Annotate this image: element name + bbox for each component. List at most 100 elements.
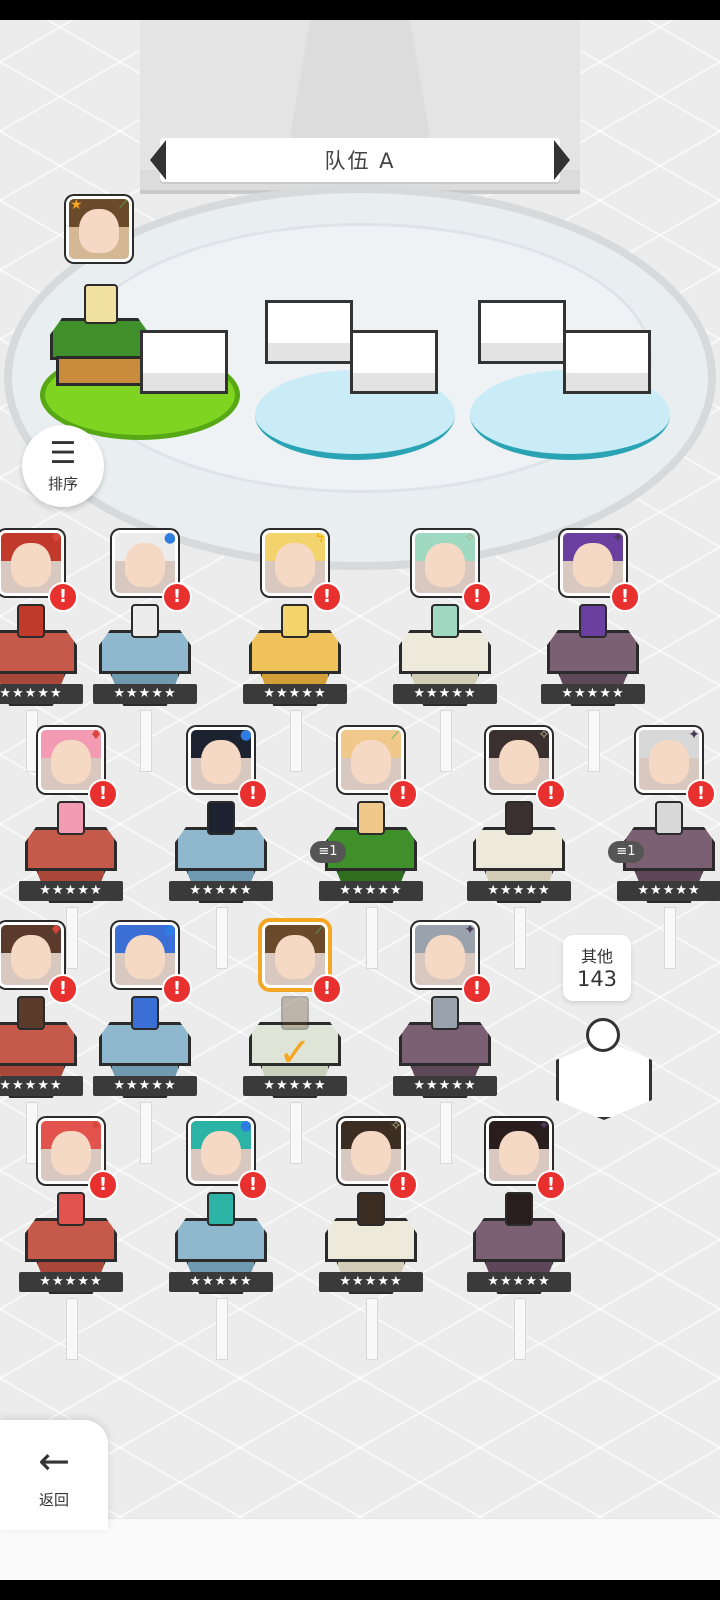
alert-badge: ! xyxy=(462,582,492,612)
star-rating: ★★★★★ xyxy=(93,1076,197,1096)
hero-face xyxy=(11,935,51,979)
hero-pole xyxy=(514,1298,526,1360)
hero-face xyxy=(649,740,689,784)
hero-face xyxy=(51,1131,91,1175)
hero-pole xyxy=(216,1298,228,1360)
dark-element-icon: ✦ xyxy=(688,727,700,743)
chevron-right-icon[interactable] xyxy=(554,140,570,180)
alert-badge: ! xyxy=(536,1170,566,1200)
star-rating: ★★★★★ xyxy=(243,1076,347,1096)
sort-icon: ☰ xyxy=(49,435,77,471)
status-bar xyxy=(0,0,720,20)
star-rating: ★★★★★ xyxy=(467,881,571,901)
hero-sprite xyxy=(357,1192,385,1226)
empty-slot-cube xyxy=(350,330,438,394)
bottom-strip xyxy=(0,1518,720,1581)
star-rating: ★★★★★ xyxy=(243,684,347,704)
water-element-icon: ● xyxy=(163,530,177,546)
star-rating: ★★★★★ xyxy=(93,684,197,704)
arrow-left-icon: ← xyxy=(38,1438,70,1483)
hero-sprite xyxy=(281,996,309,1030)
hero-sprite xyxy=(131,996,159,1030)
star-rating: ★★★★★ xyxy=(319,881,423,901)
back-label: 返回 xyxy=(38,1490,69,1509)
hero-pole xyxy=(366,907,378,969)
alert-badge: ! xyxy=(238,779,268,809)
others-bubble[interactable]: 其他 143 xyxy=(563,935,631,1001)
fire-element-icon: ♦ xyxy=(49,530,63,546)
hero-pole xyxy=(66,1298,78,1360)
hero-face xyxy=(499,1131,539,1175)
star-rating: ★★★★★ xyxy=(0,684,83,704)
alert-badge: ! xyxy=(48,974,78,1004)
alert-badge: ! xyxy=(686,779,716,809)
hero-face xyxy=(51,740,91,784)
star-rating: ★★★★★ xyxy=(467,1272,571,1292)
hero-face xyxy=(425,543,465,587)
hero-face xyxy=(125,935,165,979)
duplicate-count-badge: ≡1 xyxy=(608,841,644,863)
alert-badge: ! xyxy=(162,582,192,612)
hero-sprite xyxy=(431,604,459,638)
holy-element-icon: ✧ xyxy=(538,727,550,743)
fire-element-icon: ♦ xyxy=(49,922,63,938)
alert-badge: ! xyxy=(388,779,418,809)
star-rating: ★★★★★ xyxy=(19,1272,123,1292)
checkmark-icon: ✓ xyxy=(278,1030,312,1076)
star-rating: ★★★★★ xyxy=(393,1076,497,1096)
hero-sprite xyxy=(357,801,385,835)
sort-button[interactable]: ☰ 排序 xyxy=(22,425,104,507)
nature-element-icon: ⟋ xyxy=(315,922,325,938)
duplicate-count-badge: ≡1 xyxy=(310,841,346,863)
leader-pedestal[interactable] xyxy=(50,284,150,390)
hero-pole xyxy=(140,1102,152,1164)
hero-sprite xyxy=(207,1192,235,1226)
hero-pole xyxy=(140,710,152,772)
team-title: 队伍 A xyxy=(324,149,396,173)
alert-badge: ! xyxy=(88,779,118,809)
alert-badge: ! xyxy=(238,1170,268,1200)
hero-sprite xyxy=(431,996,459,1030)
fire-element-icon: ♦ xyxy=(89,1118,103,1134)
hero-pole xyxy=(366,1298,378,1360)
hero-sprite xyxy=(131,604,159,638)
hero-face xyxy=(275,935,315,979)
alert-badge: ! xyxy=(48,582,78,612)
back-button[interactable]: ← 返回 xyxy=(0,1420,108,1530)
hero-face xyxy=(425,935,465,979)
holy-element-icon: ✧ xyxy=(464,530,476,546)
hero-pole xyxy=(440,1102,452,1164)
hero-pole xyxy=(514,907,526,969)
alert-badge: ! xyxy=(88,1170,118,1200)
hero-face xyxy=(351,740,391,784)
hero-sprite xyxy=(57,801,85,835)
hero-pole xyxy=(664,907,676,969)
star-rating: ★★★★★ xyxy=(319,1272,423,1292)
team-banner: 队伍 A xyxy=(150,138,570,182)
chevron-left-icon[interactable] xyxy=(150,140,166,180)
empty-slot-cube xyxy=(265,300,353,364)
others-pedestal[interactable] xyxy=(556,1018,652,1122)
alert-badge: ! xyxy=(536,779,566,809)
hero-sprite xyxy=(505,801,533,835)
others-count: 143 xyxy=(576,967,618,991)
hero-pole xyxy=(588,710,600,772)
hero-pole xyxy=(26,710,38,772)
hero-face xyxy=(351,1131,391,1175)
hero-face xyxy=(11,543,51,587)
nature-element-icon: ⟋ xyxy=(119,196,129,212)
star-rating: ★★★★★ xyxy=(541,684,645,704)
star-rating: ★★★★★ xyxy=(19,881,123,901)
alert-badge: ! xyxy=(312,974,342,1004)
leader-sprite xyxy=(84,284,118,324)
nature-element-icon: ⟋ xyxy=(391,727,401,743)
star-rating: ★★★★★ xyxy=(169,1272,273,1292)
hero-sprite xyxy=(17,604,45,638)
leader-portrait[interactable]: ★ ⟋ xyxy=(66,196,132,262)
fire-element-icon: ♦ xyxy=(89,727,103,743)
hero-pole xyxy=(66,907,78,969)
hero-sprite xyxy=(207,801,235,835)
dark-element-icon: ✦ xyxy=(538,1118,550,1134)
hero-sprite xyxy=(281,604,309,638)
water-element-icon: ● xyxy=(239,727,253,743)
